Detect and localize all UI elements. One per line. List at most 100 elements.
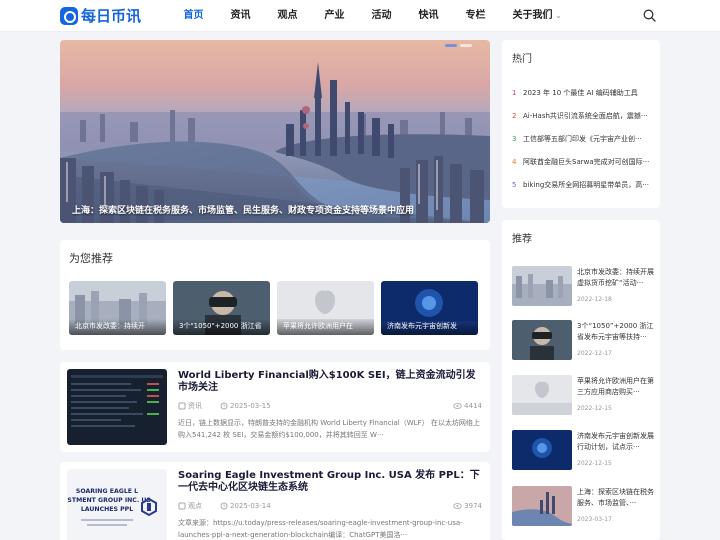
recommend-card-label: 济南发布元宇宙创新发: [381, 319, 478, 335]
thumb-image-apple-store: [512, 375, 572, 415]
side-recommend-item[interactable]: 苹果将允许欧洲用户在第三方应用商店购买··· 2022-12-15: [512, 375, 654, 415]
carousel-dot-active[interactable]: [445, 44, 457, 47]
hero-caption[interactable]: 上海：探索区块链在税务服务、市场监管、民生服务、财政专项资金支持等场景中应用: [72, 203, 482, 216]
article-category-label: 观点: [188, 502, 202, 510]
hot-item-text: 2023 年 10 个最佳 AI 编码辅助工具: [523, 88, 638, 97]
hot-title: 热门: [512, 54, 532, 65]
hot-item[interactable]: 5 biking交易所全网招募明星带单员，高···: [512, 173, 654, 196]
article-category-label: 资讯: [188, 402, 202, 410]
recommend-card[interactable]: 济南发布元宇宙创新发: [381, 281, 478, 335]
side-recommend-thumb[interactable]: [512, 486, 572, 526]
side-recommend-thumb[interactable]: [512, 266, 572, 306]
side-recommend-item-date: 2023-03-17: [577, 516, 612, 523]
hot-item-text: 阿联酋金融巨头Sarwa完成对可创国际···: [523, 157, 650, 166]
thumb-image-city: [512, 266, 572, 306]
thumbnail-ppl-launch: SOARING EAGLE L ESTMENT GROUP INC. US LA…: [67, 469, 167, 540]
svg-text:SOARING EAGLE L: SOARING EAGLE L: [76, 488, 138, 495]
article-views: 3974: [453, 502, 482, 510]
hot-item[interactable]: 2 Ai-Hash共识引流系统全面启航，震撼···: [512, 104, 654, 127]
side-recommend-item-date: 2022-12-18: [577, 296, 612, 303]
clock-icon: [220, 402, 228, 410]
article-date-label: 2025-03-14: [230, 502, 271, 510]
hot-panel: 热门 1 2023 年 10 个最佳 AI 编码辅助工具 2 Ai-Hash共识…: [502, 40, 660, 208]
search-icon[interactable]: [643, 9, 656, 22]
recommend-card-label: 苹果将允许欧洲用户在: [277, 319, 374, 335]
article-meta: 资讯 2025-03-15 4414: [178, 401, 482, 411]
nav-item-events[interactable]: 活动: [358, 0, 405, 32]
main-nav: 首页 资讯 观点 产业 活动 快讯 专栏 关于我们 ⌄: [170, 0, 575, 32]
logo-icon: [60, 6, 78, 25]
side-recommend-thumb[interactable]: [512, 375, 572, 415]
side-recommend-item[interactable]: 济南发布元宇宙创新发展行动计划，试点示··· 2022-12-15: [512, 430, 654, 470]
article-excerpt: 近日，链上数据显示，特朗普支持的金融机构 World Liberty Finan…: [178, 419, 480, 439]
article-item[interactable]: SOARING EAGLE L ESTMENT GROUP INC. US LA…: [60, 462, 490, 540]
article-item[interactable]: World Liberty Financial购入$100K SEI，链上资金流…: [60, 362, 490, 452]
article-excerpt: 文章来源：https://u.today/press-releases/soar…: [178, 519, 463, 539]
side-recommend-thumb[interactable]: [512, 430, 572, 470]
article-thumbnail[interactable]: [67, 369, 167, 445]
hot-rank: 4: [512, 157, 517, 166]
article-title[interactable]: Soaring Eagle Investment Group Inc. USA …: [178, 470, 482, 494]
carousel-indicators[interactable]: [445, 44, 472, 47]
recommend-card-label: 北京市发改委：持续开: [69, 319, 166, 335]
side-recommend-panel: 推荐 北京市发改委：持续开展虚拟货币挖矿“活动··· 2022-12-18 3个…: [502, 220, 660, 540]
side-recommend-thumb[interactable]: [512, 320, 572, 360]
thumbnail-trading-screen: [67, 369, 167, 445]
nav-item-home[interactable]: 首页: [170, 0, 217, 32]
hot-item-text: 工信部等五部门印发《元宇宙产业创···: [523, 134, 642, 143]
article-date-label: 2025-03-15: [230, 402, 271, 410]
article-category[interactable]: 资讯: [178, 401, 202, 411]
site-logo[interactable]: 每日币讯: [60, 5, 141, 26]
side-recommend-item-title: 3个“1050”+2000 浙江省发布元宇宙等扶持···: [577, 322, 654, 341]
article-date: 2025-03-14: [220, 502, 271, 510]
nav-item-opinion[interactable]: 观点: [264, 0, 311, 32]
nav-item-columns[interactable]: 专栏: [452, 0, 499, 32]
side-recommend-item[interactable]: 北京市发改委：持续开展虚拟货币挖矿“活动··· 2022-12-18: [512, 266, 654, 306]
category-icon: [178, 502, 186, 510]
article-title[interactable]: World Liberty Financial购入$100K SEI，链上资金流…: [178, 370, 482, 394]
hot-item-text: Ai-Hash共识引流系统全面启航，震撼···: [523, 111, 648, 120]
recommend-card[interactable]: 北京市发改委：持续开: [69, 281, 166, 335]
svg-text:LAUNCHES PPL: LAUNCHES PPL: [81, 506, 133, 513]
side-recommend-item-date: 2022-12-15: [577, 460, 612, 467]
side-recommend-item[interactable]: 上海：探索区块链在税务服务、市场监管、··· 2023-03-17: [512, 486, 654, 526]
nav-item-news[interactable]: 资讯: [217, 0, 264, 32]
side-recommend-item-date: 2022-12-15: [577, 405, 612, 412]
carousel-dot[interactable]: [460, 44, 472, 47]
article-views: 4414: [453, 402, 482, 410]
hot-list: 1 2023 年 10 个最佳 AI 编码辅助工具 2 Ai-Hash共识引流系…: [512, 81, 654, 196]
hot-item[interactable]: 4 阿联酋金融巨头Sarwa完成对可创国际···: [512, 150, 654, 173]
thumb-image-shanghai-skyline: [512, 486, 572, 526]
side-recommend-item[interactable]: 3个“1050”+2000 浙江省发布元宇宙等扶持··· 2022-12-17: [512, 320, 654, 360]
article-views-count: 3974: [464, 502, 482, 510]
side-recommend-item-title: 苹果将允许欧洲用户在第三方应用商店购买···: [577, 377, 654, 396]
recommend-panel: 为您推荐 北京市发改委：持续开 3个"1050"+2000 浙江省 苹果将允许欧…: [60, 240, 490, 350]
article-views-count: 4414: [464, 402, 482, 410]
clock-icon: [220, 502, 228, 510]
hot-rank: 3: [512, 134, 517, 143]
article-thumbnail[interactable]: SOARING EAGLE L ESTMENT GROUP INC. US LA…: [67, 469, 167, 540]
thumb-image-vr-headset: [512, 320, 572, 360]
side-recommend-item-title: 济南发布元宇宙创新发展行动计划，试点示···: [577, 432, 654, 451]
eye-icon: [453, 503, 462, 509]
hot-item[interactable]: 3 工信部等五部门印发《元宇宙产业创···: [512, 127, 654, 150]
brand-name: 每日币讯: [81, 7, 142, 25]
nav-about-label: 关于我们: [512, 10, 553, 21]
category-icon: [178, 402, 186, 410]
hot-item-text: biking交易所全网招募明星带单员，高···: [523, 180, 649, 189]
svg-text:ESTMENT GROUP INC. US: ESTMENT GROUP INC. US: [67, 497, 151, 504]
nav-item-industry[interactable]: 产业: [311, 0, 358, 32]
hot-item[interactable]: 1 2023 年 10 个最佳 AI 编码辅助工具: [512, 81, 654, 104]
recommend-card[interactable]: 苹果将允许欧洲用户在: [277, 281, 374, 335]
article-meta: 观点 2025-03-14 3974: [178, 501, 482, 511]
article-category[interactable]: 观点: [178, 501, 202, 511]
side-recommend-item-date: 2022-12-17: [577, 350, 612, 357]
hero-carousel[interactable]: 上海：探索区块链在税务服务、市场监管、民生服务、财政专项资金支持等场景中应用: [60, 40, 490, 223]
nav-item-about[interactable]: 关于我们 ⌄: [499, 0, 575, 32]
recommend-card[interactable]: 3个"1050"+2000 浙江省: [173, 281, 270, 335]
side-recommend-item-title: 上海：探索区块链在税务服务、市场监管、···: [577, 488, 654, 507]
nav-item-flash[interactable]: 快讯: [405, 0, 452, 32]
hero-image-shanghai-skyline: [60, 40, 490, 223]
recommend-card-label: 3个"1050"+2000 浙江省: [173, 319, 270, 335]
hot-rank: 2: [512, 111, 517, 120]
